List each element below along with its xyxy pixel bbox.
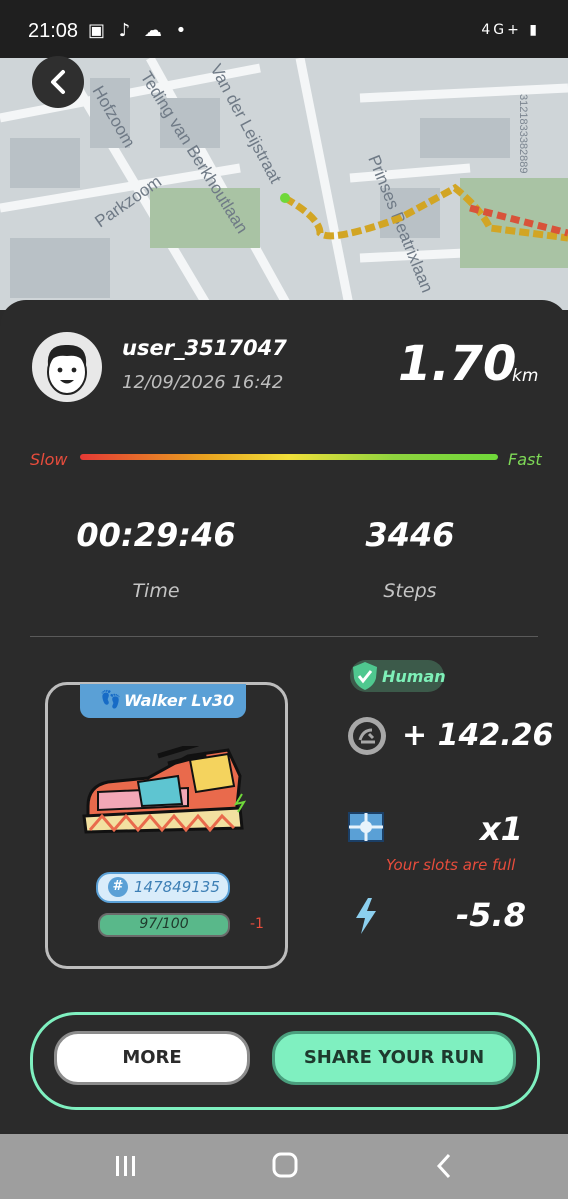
coin-icon: [348, 717, 386, 755]
home-icon[interactable]: [272, 1152, 298, 1178]
more-button[interactable]: MORE: [54, 1031, 250, 1085]
recents-icon[interactable]: [114, 1154, 138, 1178]
status-bar: 21:08 ▣ ♪ ☁ • 4G+ ▮: [0, 0, 568, 58]
map-side-text: 3121833382889: [517, 94, 529, 174]
notification-icons: ▣ ♪ ☁ •: [88, 20, 191, 41]
steps-value: 3446: [365, 516, 455, 554]
username: user_3517047: [122, 336, 287, 360]
status-time: 21:08: [28, 20, 79, 42]
mystery-box-icon: [348, 812, 384, 842]
divider: [30, 636, 538, 637]
human-label: Human: [382, 667, 446, 686]
hash-icon: #: [108, 877, 128, 897]
share-run-button[interactable]: SHARE YOUR RUN: [272, 1031, 516, 1085]
lightning-icon: [356, 898, 376, 934]
system-nav-bar: [0, 1134, 568, 1199]
earned-amount: + 142.26: [402, 718, 554, 753]
sneaker-image: [82, 746, 247, 834]
human-badge: Human: [350, 660, 446, 692]
sneaker-type-level: Walker Lv30: [124, 691, 235, 710]
steps-label: Steps: [383, 580, 437, 602]
run-datetime: 12/09/2026 16:42: [122, 372, 284, 393]
mystery-box-count: x1: [480, 810, 523, 848]
speed-slow-label: Slow: [30, 450, 68, 469]
durability-value: 97/100: [139, 916, 189, 932]
distance-value: 1.70: [398, 336, 517, 392]
durability-change: -1: [250, 916, 264, 932]
durability-bar: 97/100: [98, 913, 230, 937]
avatar: [32, 332, 102, 402]
slots-full-warning: Your slots are full: [386, 856, 516, 874]
route-map[interactable]: Hofzoom Teding van Berkhoutlaan Van der …: [0, 58, 568, 310]
speed-fast-label: Fast: [508, 450, 542, 469]
energy-spent: -5.8: [456, 896, 526, 934]
route-start-point: [280, 193, 290, 203]
sneaker-id-badge: # 147849135: [96, 872, 230, 903]
back-arrow-icon: [51, 70, 65, 94]
time-value: 00:29:46: [76, 516, 236, 554]
network-battery-icons: 4G+ ▮: [481, 22, 540, 38]
sneaker-id: 147849135: [134, 878, 220, 896]
shield-check-icon: [353, 662, 377, 690]
footprint-icon: 👣: [100, 690, 122, 710]
distance-unit: km: [512, 366, 539, 386]
back-icon[interactable]: [434, 1152, 456, 1180]
back-button[interactable]: [32, 56, 84, 108]
map-graphic: Hofzoom Teding van Berkhoutlaan Van der …: [0, 58, 568, 310]
time-label: Time: [132, 580, 180, 602]
sneaker-type-tag: 👣 Walker Lv30: [80, 684, 246, 718]
speed-gradient-bar: [80, 454, 498, 460]
